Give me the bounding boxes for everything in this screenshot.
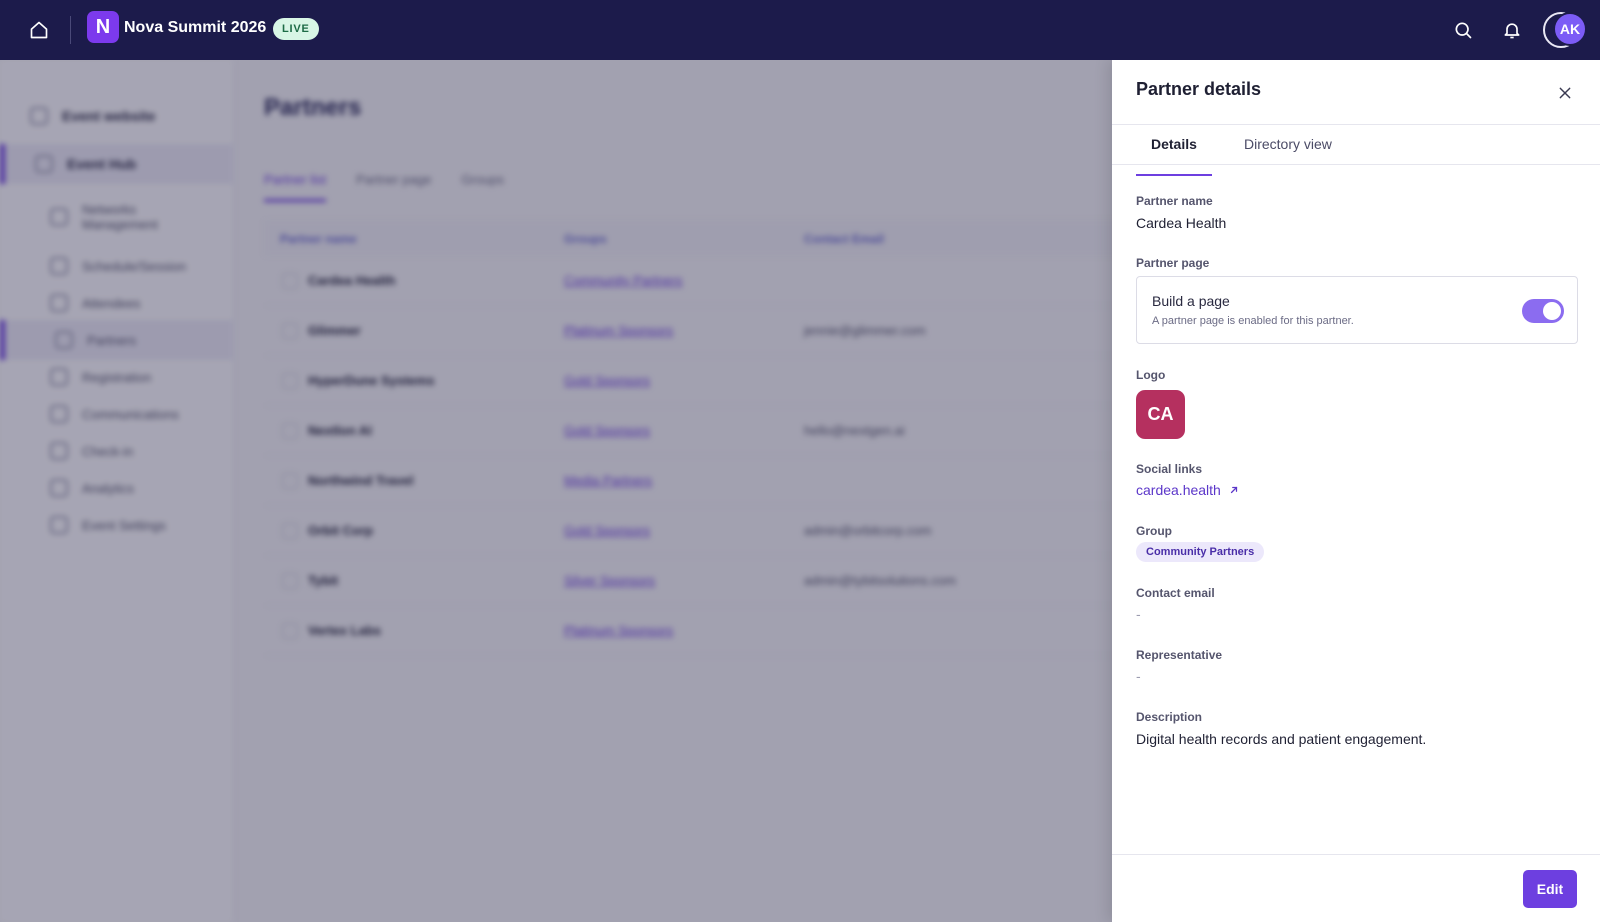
group-badge: Community Partners bbox=[1136, 542, 1265, 562]
close-button[interactable] bbox=[1552, 80, 1578, 106]
partner-page-card-title: Build a page bbox=[1152, 293, 1230, 309]
home-icon bbox=[30, 21, 48, 39]
contact-email-label: Contact email bbox=[1136, 586, 1215, 600]
drawer-divider bbox=[1112, 124, 1600, 125]
partner-page-label: Partner page bbox=[1136, 256, 1210, 270]
partner-name-label: Partner name bbox=[1136, 194, 1213, 208]
drawer-title: Partner details bbox=[1136, 79, 1262, 99]
representative-value: - bbox=[1136, 668, 1141, 684]
search-button[interactable] bbox=[1450, 17, 1476, 43]
top-navigation-bar: N Nova Summit 2026 LIVE AK bbox=[0, 0, 1600, 60]
home-button[interactable] bbox=[26, 17, 52, 43]
topbar-divider bbox=[70, 16, 71, 44]
close-icon bbox=[1559, 87, 1571, 99]
social-link[interactable]: cardea.health bbox=[1136, 482, 1239, 498]
contact-email-value: - bbox=[1136, 606, 1141, 622]
partner-details-drawer: Partner details Details Directory view P… bbox=[1112, 60, 1600, 922]
edit-button[interactable]: Edit bbox=[1523, 870, 1577, 908]
toggle-knob bbox=[1543, 302, 1561, 320]
search-icon bbox=[1455, 22, 1472, 39]
event-name[interactable]: Nova Summit 2026 bbox=[124, 19, 266, 37]
description-value: Digital health records and patient engag… bbox=[1136, 731, 1427, 747]
tabs-divider bbox=[1112, 164, 1600, 165]
partner-page-card: Build a page A partner page is enabled f… bbox=[1136, 276, 1578, 344]
user-avatar[interactable]: AK bbox=[1553, 12, 1587, 46]
partner-page-card-description: A partner page is enabled for this partn… bbox=[1152, 315, 1354, 327]
notifications-button[interactable] bbox=[1499, 17, 1525, 43]
event-logo: N bbox=[87, 11, 119, 43]
bell-icon bbox=[1504, 23, 1520, 39]
tab-details[interactable]: Details bbox=[1136, 136, 1212, 176]
social-links-label: Social links bbox=[1136, 462, 1203, 476]
partner-name-value: Cardea Health bbox=[1136, 215, 1227, 231]
partner-page-toggle[interactable] bbox=[1522, 299, 1564, 323]
representative-label: Representative bbox=[1136, 648, 1223, 662]
social-link-text: cardea.health bbox=[1136, 482, 1221, 498]
tab-directory-view[interactable]: Directory view bbox=[1229, 136, 1347, 176]
logo-label: Logo bbox=[1136, 368, 1166, 382]
arrow-up-right-icon bbox=[1230, 486, 1237, 494]
group-label: Group bbox=[1136, 524, 1172, 538]
footer-divider bbox=[1112, 854, 1600, 855]
live-status-badge: LIVE bbox=[273, 18, 319, 40]
description-label: Description bbox=[1136, 710, 1203, 724]
partner-logo: CA bbox=[1136, 390, 1185, 439]
